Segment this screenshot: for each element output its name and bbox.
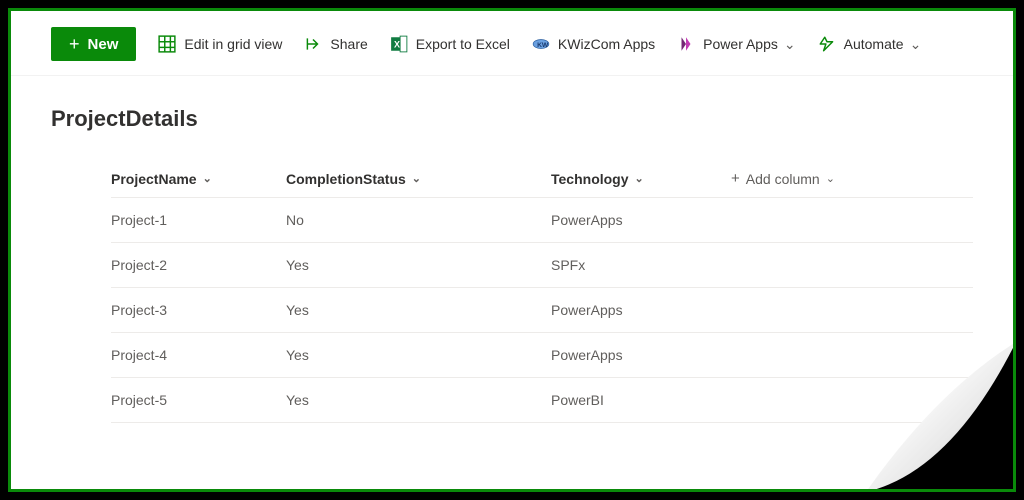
chevron-down-icon: ⌄ — [784, 36, 796, 53]
cell-technology: PowerBI — [551, 392, 731, 408]
share-button[interactable]: Share — [304, 35, 367, 53]
share-icon — [304, 35, 322, 53]
table-row[interactable]: Project-5 Yes PowerBI — [111, 378, 973, 423]
column-header-label: ProjectName — [111, 171, 197, 187]
plus-icon: + — [731, 170, 740, 187]
chevron-down-icon: ⌄ — [910, 36, 922, 53]
excel-icon: X — [390, 35, 408, 53]
power-apps-button[interactable]: Power Apps ⌄ — [677, 35, 795, 53]
cell-projectname[interactable]: Project-1 — [111, 212, 286, 228]
list-table: ProjectName ⌄ CompletionStatus ⌄ Technol… — [51, 160, 973, 423]
cell-technology: SPFx — [551, 257, 731, 273]
column-header-projectname[interactable]: ProjectName ⌄ — [111, 171, 286, 187]
cell-projectname[interactable]: Project-2 — [111, 257, 286, 273]
column-header-label: CompletionStatus — [286, 171, 406, 187]
chevron-down-icon: ⌄ — [635, 172, 644, 185]
column-header-completionstatus[interactable]: CompletionStatus ⌄ — [286, 171, 551, 187]
add-column-button[interactable]: + Add column ⌄ — [731, 170, 973, 187]
power-apps-icon — [677, 35, 695, 53]
kwizcom-icon: KW — [532, 35, 550, 53]
cell-technology: PowerApps — [551, 302, 731, 318]
power-apps-label: Power Apps — [703, 36, 778, 52]
svg-text:X: X — [394, 39, 400, 49]
cell-technology: PowerApps — [551, 212, 731, 228]
grid-icon — [158, 35, 176, 53]
list-title: ProjectDetails — [51, 106, 973, 132]
kwizcom-apps-button[interactable]: KW KWizCom Apps — [532, 35, 655, 53]
table-row[interactable]: Project-2 Yes SPFx — [111, 243, 973, 288]
edit-grid-view-button[interactable]: Edit in grid view — [158, 35, 282, 53]
table-row[interactable]: Project-3 Yes PowerApps — [111, 288, 973, 333]
cell-projectname[interactable]: Project-4 — [111, 347, 286, 363]
command-bar: + New Edit in grid view Share X Export t… — [11, 11, 1013, 76]
cell-projectname[interactable]: Project-5 — [111, 392, 286, 408]
column-header-technology[interactable]: Technology ⌄ — [551, 171, 731, 187]
table-row[interactable]: Project-1 No PowerApps — [111, 198, 973, 243]
table-row[interactable]: Project-4 Yes PowerApps — [111, 333, 973, 378]
column-header-label: Technology — [551, 171, 629, 187]
cell-completionstatus: Yes — [286, 302, 551, 318]
svg-text:KW: KW — [537, 42, 549, 49]
automate-button[interactable]: Automate ⌄ — [818, 35, 922, 53]
new-button[interactable]: + New — [51, 27, 136, 61]
add-column-label: Add column — [746, 171, 820, 187]
cell-completionstatus: Yes — [286, 392, 551, 408]
cell-completionstatus: Yes — [286, 347, 551, 363]
export-excel-label: Export to Excel — [416, 36, 510, 52]
table-header-row: ProjectName ⌄ CompletionStatus ⌄ Technol… — [111, 160, 973, 198]
plus-icon: + — [69, 35, 80, 53]
chevron-down-icon: ⌄ — [412, 172, 421, 185]
kwizcom-apps-label: KWizCom Apps — [558, 36, 655, 52]
automate-label: Automate — [844, 36, 904, 52]
cell-completionstatus: No — [286, 212, 551, 228]
cell-technology: PowerApps — [551, 347, 731, 363]
chevron-down-icon: ⌄ — [826, 172, 835, 185]
automate-icon — [818, 35, 836, 53]
cell-completionstatus: Yes — [286, 257, 551, 273]
share-label: Share — [330, 36, 367, 52]
export-excel-button[interactable]: X Export to Excel — [390, 35, 510, 53]
new-button-label: New — [88, 36, 119, 53]
chevron-down-icon: ⌄ — [203, 172, 212, 185]
cell-projectname[interactable]: Project-3 — [111, 302, 286, 318]
edit-grid-view-label: Edit in grid view — [184, 36, 282, 52]
